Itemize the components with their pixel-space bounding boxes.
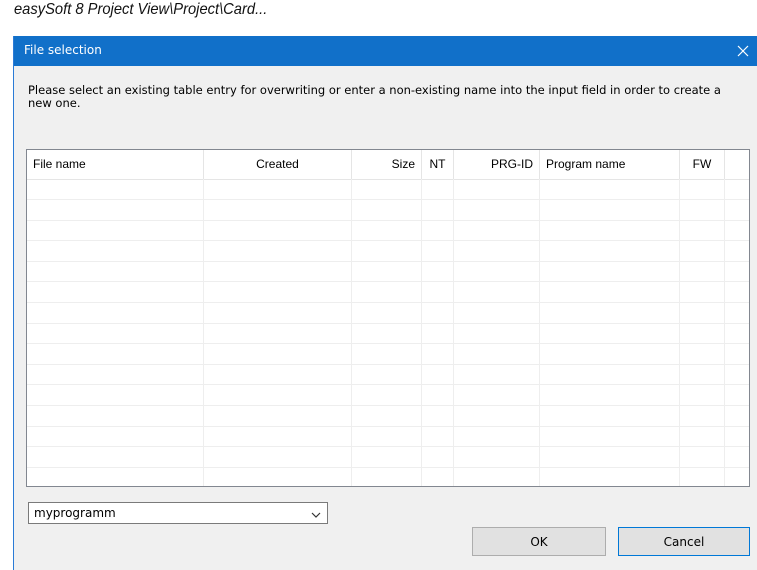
table-row[interactable] xyxy=(27,426,749,447)
table-row[interactable] xyxy=(27,220,749,241)
table-row[interactable] xyxy=(27,406,749,427)
table-row[interactable] xyxy=(27,364,749,385)
column-header-prg-id[interactable]: PRG-ID xyxy=(454,150,540,179)
column-header-program-name[interactable]: Program name xyxy=(540,150,680,179)
figure-caption: easySoft 8 Project View\Project\Card... xyxy=(14,1,268,18)
file-selection-dialog: File selection Please select an existing… xyxy=(13,36,757,570)
column-header-filler xyxy=(725,150,749,179)
table-row[interactable] xyxy=(27,282,749,303)
table-row[interactable] xyxy=(27,447,749,468)
instruction-text: Please select an existing table entry fo… xyxy=(28,83,721,110)
table-header: File name Created Size NT PRG-ID Program… xyxy=(27,150,749,180)
dialog-title: File selection xyxy=(24,43,102,57)
file-table[interactable]: File name Created Size NT PRG-ID Program… xyxy=(26,149,750,487)
column-header-fw[interactable]: FW xyxy=(680,150,725,179)
table-row[interactable] xyxy=(27,385,749,406)
close-icon[interactable] xyxy=(728,36,757,66)
table-row[interactable] xyxy=(27,261,749,282)
column-header-nt[interactable]: NT xyxy=(422,150,454,179)
column-header-file-name[interactable]: File name xyxy=(27,150,204,179)
cancel-button[interactable]: Cancel xyxy=(618,527,750,556)
ok-button[interactable]: OK xyxy=(472,527,606,556)
table-row[interactable] xyxy=(27,323,749,344)
table-row[interactable] xyxy=(27,303,749,324)
chevron-down-icon[interactable] xyxy=(309,507,323,521)
table-row[interactable] xyxy=(27,200,749,221)
column-header-created[interactable]: Created xyxy=(204,150,352,179)
file-name-combobox[interactable]: myprogramm xyxy=(28,502,328,524)
table-row[interactable] xyxy=(27,344,749,365)
table-row[interactable] xyxy=(27,241,749,262)
file-name-value[interactable]: myprogramm xyxy=(34,506,116,520)
column-header-size[interactable]: Size xyxy=(352,150,422,179)
dialog-titlebar: File selection xyxy=(14,36,757,66)
table-row[interactable] xyxy=(27,179,749,200)
